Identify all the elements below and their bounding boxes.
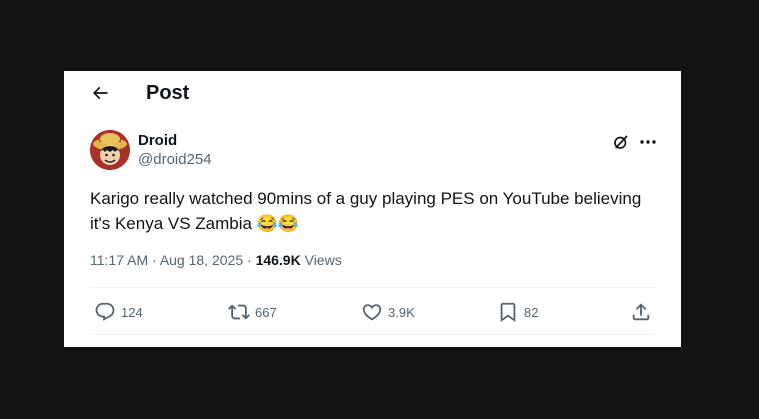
avatar[interactable] <box>90 130 130 170</box>
views-label: Views <box>304 252 342 268</box>
post-time[interactable]: 11:17 AM <box>90 252 148 268</box>
reply-button[interactable]: 124 <box>94 300 143 324</box>
author-handle[interactable]: @droid254 <box>138 151 212 169</box>
like-count: 3.9K <box>388 304 415 320</box>
heart-icon <box>361 301 383 323</box>
post-card: Post Droid @droid254 Karigo really watch… <box>64 71 681 347</box>
grok-button[interactable] <box>611 132 631 152</box>
grok-icon <box>611 131 631 153</box>
author-name[interactable]: Droid <box>138 132 177 150</box>
reply-icon <box>94 301 116 323</box>
post-date[interactable]: Aug 18, 2025 <box>160 252 243 268</box>
meta-separator: · <box>152 252 157 268</box>
arrow-left-icon <box>89 82 111 104</box>
post-text: Karigo really watched 90mins of a guy pl… <box>90 189 642 233</box>
more-dots-icon <box>637 131 659 153</box>
bookmark-icon <box>497 301 519 323</box>
meta-separator: · <box>247 252 252 268</box>
views-count: 146.9K <box>255 252 301 268</box>
back-button[interactable] <box>88 81 112 105</box>
repost-count: 667 <box>255 304 277 320</box>
bookmark-count: 82 <box>524 304 539 320</box>
like-button[interactable]: 3.9K <box>361 300 415 324</box>
repost-button[interactable]: 667 <box>228 300 277 324</box>
post-header: Post <box>64 71 681 115</box>
bookmark-button[interactable]: 82 <box>497 300 538 324</box>
share-button[interactable] <box>630 300 652 324</box>
divider <box>90 287 655 288</box>
more-options-button[interactable] <box>636 132 660 152</box>
divider <box>90 334 655 335</box>
post-metadata: 11:17 AM · Aug 18, 2025 · 146.9K Views <box>90 251 342 269</box>
reply-count: 124 <box>121 304 143 320</box>
repost-icon <box>228 301 250 323</box>
page-title: Post <box>146 82 190 104</box>
share-icon <box>630 301 652 323</box>
avatar-luffy-icon <box>90 130 130 170</box>
